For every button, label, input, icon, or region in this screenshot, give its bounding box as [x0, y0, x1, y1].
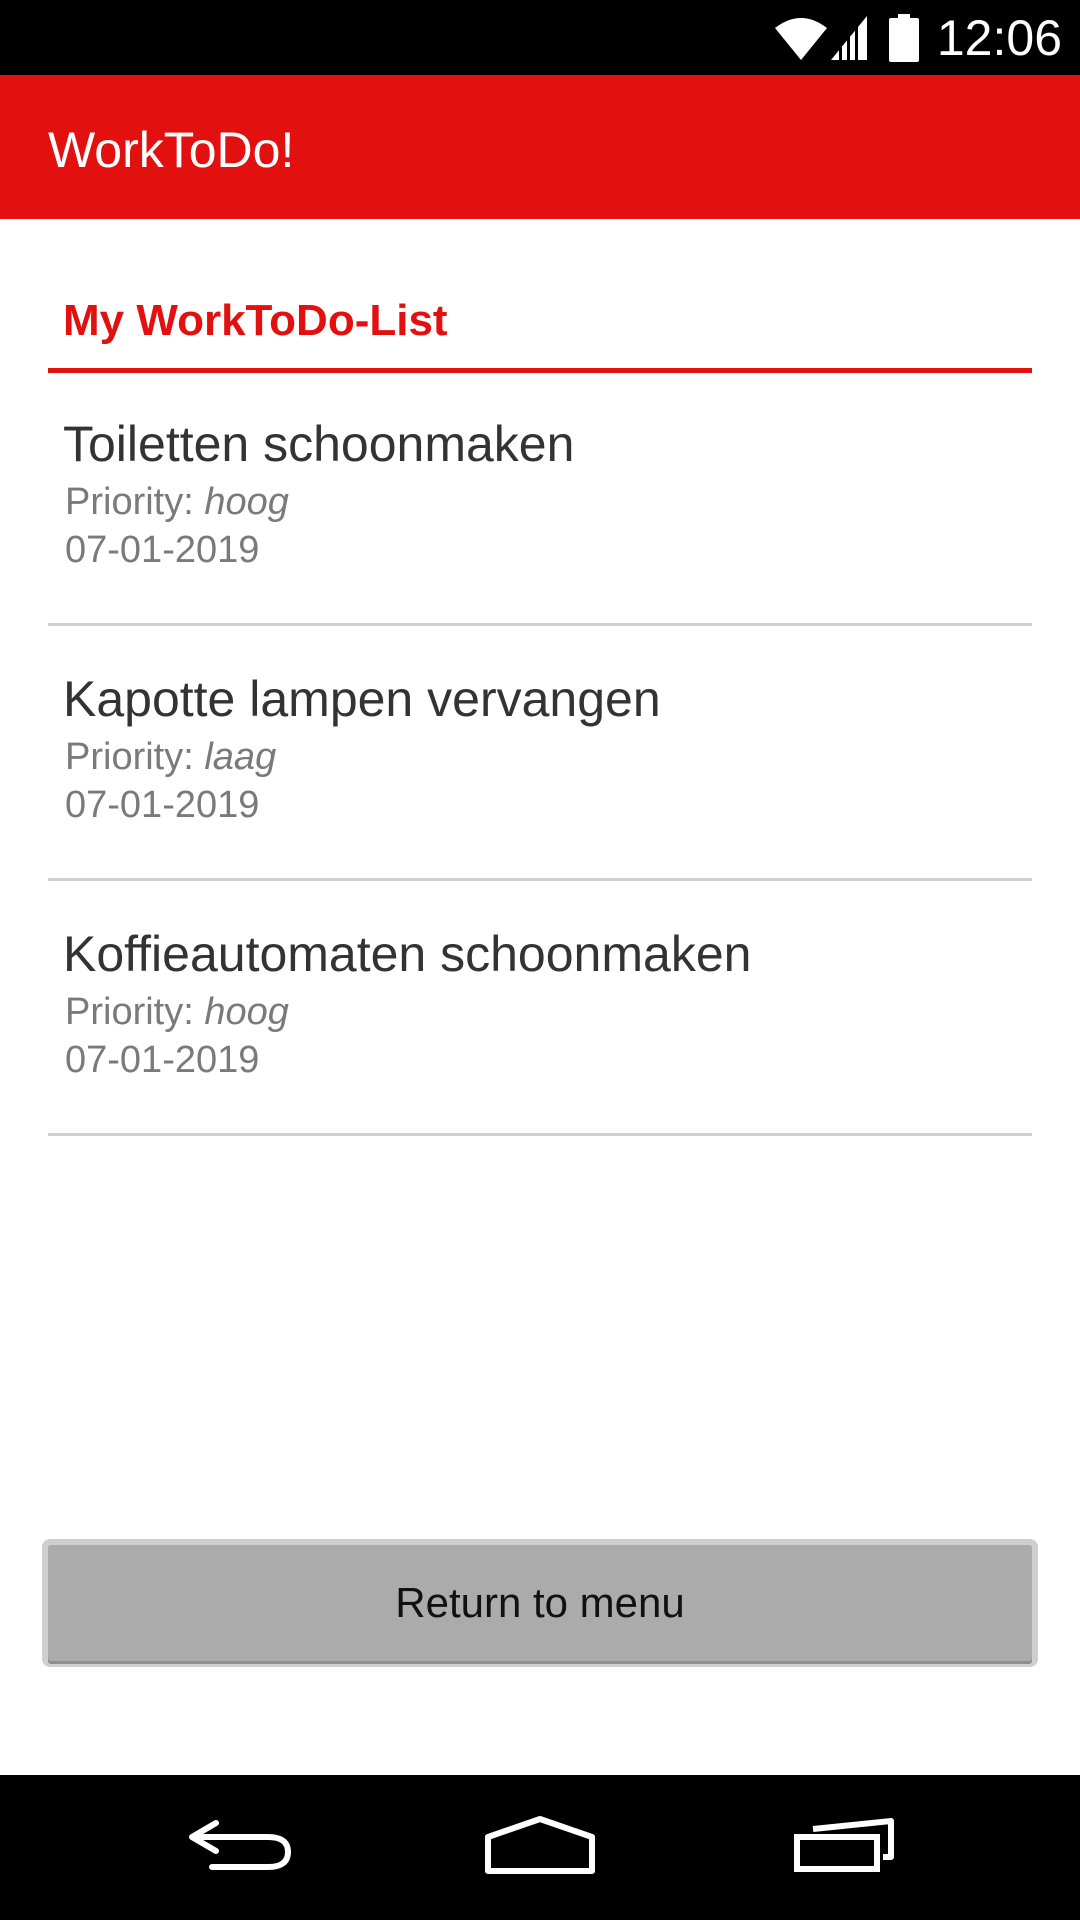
task-priority: Priority: laag — [65, 736, 276, 779]
home-icon — [484, 1815, 596, 1880]
home-button[interactable] — [440, 1775, 640, 1920]
back-button[interactable] — [140, 1775, 340, 1920]
return-to-menu-button[interactable]: Return to menu — [42, 1539, 1038, 1667]
signal-icon — [830, 15, 867, 60]
recents-icon — [793, 1817, 897, 1878]
task-priority-label: Priority: — [65, 991, 205, 1033]
task-priority-label: Priority: — [65, 736, 205, 778]
task-priority: Priority: hoog — [65, 481, 289, 524]
app-bar: WorkToDo! — [0, 75, 1080, 219]
task-list-item[interactable]: Koffieautomaten schoonmaken Priority: ho… — [48, 883, 1032, 1136]
task-priority-label: Priority: — [65, 481, 205, 523]
recents-button[interactable] — [745, 1775, 945, 1920]
app-title: WorkToDo! — [48, 122, 295, 178]
status-icons: 12:06 — [774, 0, 1062, 75]
status-clock: 12:06 — [936, 9, 1062, 66]
app-screen: 12:06 WorkToDo! My WorkToDo-List Toilett… — [0, 0, 1080, 1920]
task-priority-value: hoog — [204, 481, 289, 523]
task-list-item[interactable]: Kapotte lampen vervangen Priority: laag … — [48, 628, 1032, 881]
task-date: 07-01-2019 — [65, 784, 260, 826]
task-list: Toiletten schoonmaken Priority: hoog 07-… — [48, 373, 1032, 1136]
return-to-menu-label: Return to menu — [48, 1545, 1032, 1661]
task-title: Koffieautomaten schoonmaken — [63, 926, 752, 982]
task-title: Toiletten schoonmaken — [63, 416, 575, 472]
task-title: Kapotte lampen vervangen — [63, 671, 661, 727]
wifi-icon — [774, 16, 827, 60]
task-date: 07-01-2019 — [65, 1039, 260, 1081]
list-section-title: My WorkToDo-List — [63, 296, 448, 345]
task-list-item[interactable]: Toiletten schoonmaken Priority: hoog 07-… — [48, 373, 1032, 626]
status-bar: 12:06 — [0, 0, 1080, 75]
navigation-bar — [0, 1775, 1080, 1920]
list-section-header: My WorkToDo-List — [48, 288, 1032, 373]
task-date: 07-01-2019 — [65, 529, 260, 571]
back-icon — [188, 1817, 292, 1878]
task-priority-value: hoog — [204, 991, 289, 1033]
task-priority-value: laag — [204, 736, 277, 778]
task-priority: Priority: hoog — [65, 991, 289, 1034]
battery-icon — [888, 13, 919, 62]
